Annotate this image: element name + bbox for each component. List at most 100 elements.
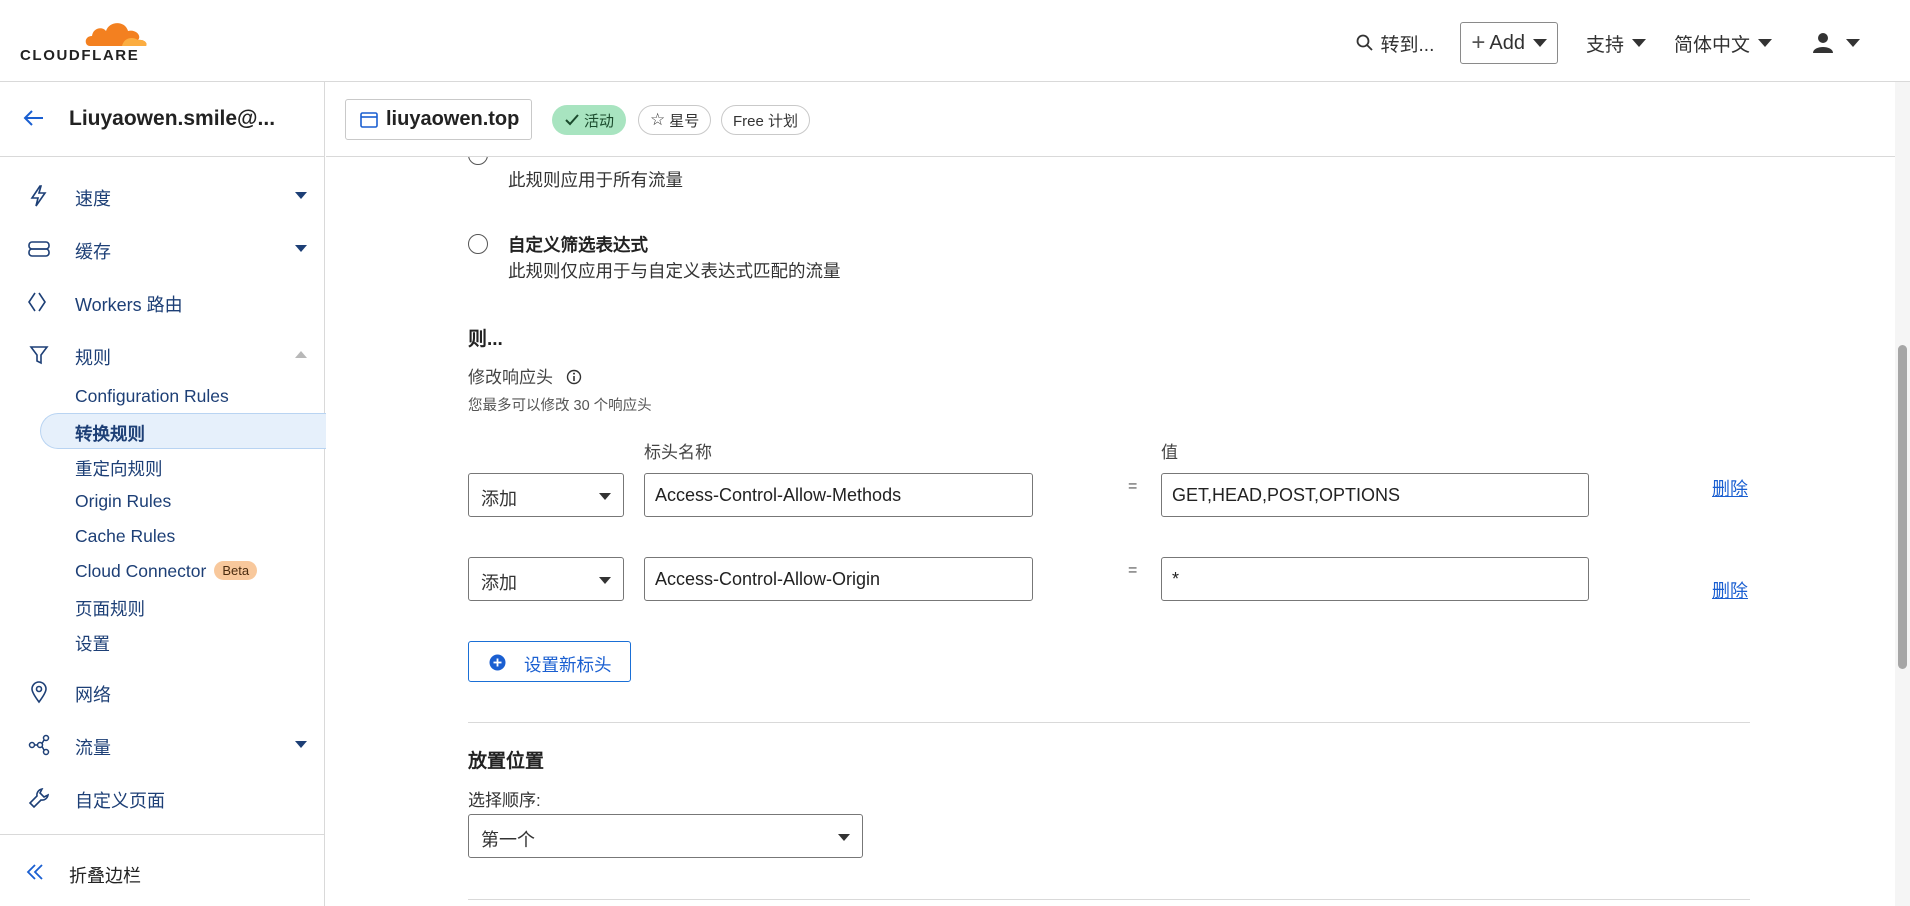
- status-badge: 活动: [552, 105, 627, 135]
- sidebar-item-traffic[interactable]: 流量: [0, 724, 325, 764]
- subitem-configuration-rules[interactable]: Configuration Rules: [75, 386, 229, 407]
- radio-custom-expression[interactable]: [468, 234, 488, 254]
- chevron-up-icon: [295, 351, 307, 358]
- order-label: 选择顺序:: [468, 791, 541, 810]
- subitem-redirect-rules[interactable]: 重定向规则: [75, 456, 163, 481]
- support-menu[interactable]: 支持: [1586, 30, 1646, 57]
- chevron-down-icon: [1532, 39, 1547, 47]
- action-select[interactable]: 添加: [468, 473, 624, 517]
- column-header-name: 标头名称: [644, 443, 712, 462]
- header-value-input[interactable]: [1161, 473, 1589, 517]
- delete-link[interactable]: 删除: [1712, 577, 1748, 603]
- sidebar-item-label: 规则: [75, 348, 111, 368]
- sidebar-item-custom-pages[interactable]: 自定义页面: [0, 777, 325, 817]
- header-name-input[interactable]: [644, 557, 1033, 601]
- subitem-cloud-connector[interactable]: Cloud Connector Beta: [75, 561, 258, 582]
- add-button[interactable]: + Add: [1460, 22, 1558, 64]
- language-label: 简体中文: [1673, 34, 1750, 56]
- rules-funnel-icon: [29, 346, 49, 365]
- plus-circle-icon: [489, 654, 506, 671]
- wrench-icon: [28, 787, 50, 809]
- equals-sign: =: [1128, 562, 1138, 579]
- option-custom-title: 自定义筛选表达式: [508, 235, 648, 255]
- set-new-header-button[interactable]: 设置新标头: [468, 641, 631, 682]
- subitem-cache-rules[interactable]: Cache Rules: [75, 526, 175, 547]
- sidebar-item-workers-routes[interactable]: Workers 路由: [0, 281, 325, 321]
- plan-badge[interactable]: Free 计划: [721, 105, 811, 135]
- subitem-origin-rules[interactable]: Origin Rules: [75, 491, 171, 512]
- subitem-page-rules[interactable]: 页面规则: [75, 596, 145, 621]
- equals-sign: =: [1128, 478, 1138, 495]
- chevron-down-icon: [295, 245, 307, 252]
- zone-bar: liuyaowen.top 活动 ☆ 星号 Free 计划: [326, 82, 1910, 157]
- header-value-input[interactable]: [1161, 557, 1589, 601]
- goto-label: 转到...: [1380, 34, 1435, 56]
- modify-hint: 您最多可以修改 30 个响应头: [468, 398, 652, 414]
- user-icon: [1813, 33, 1833, 53]
- star-icon: ☆: [650, 110, 666, 129]
- option-all-desc: 此规则应用于所有流量: [508, 170, 683, 190]
- back-arrow-icon[interactable]: [22, 106, 46, 130]
- set-new-header-label: 设置新标头: [524, 655, 612, 675]
- storage-icon: [28, 241, 50, 257]
- traffic-nodes-icon: [28, 734, 50, 756]
- action-select[interactable]: 添加: [468, 557, 624, 601]
- then-heading: 则...: [468, 329, 503, 350]
- user-menu[interactable]: [1812, 32, 1860, 54]
- sidebar-item-rules[interactable]: 规则: [0, 334, 325, 374]
- subitem-transform-rules[interactable]: 转换规则: [75, 421, 145, 446]
- check-icon: [565, 114, 579, 126]
- sidebar-item-label: 网络: [75, 685, 111, 705]
- plus-icon: +: [1471, 29, 1486, 56]
- chevron-down-icon: [295, 192, 307, 199]
- chevron-down-icon: [295, 741, 307, 748]
- header-name-input[interactable]: [644, 473, 1033, 517]
- brand-name: CLOUDFLARE: [20, 47, 140, 64]
- info-icon[interactable]: [566, 369, 582, 385]
- chevron-down-icon: [838, 834, 850, 841]
- cloudflare-logo[interactable]: CLOUDFLARE: [20, 16, 156, 64]
- subitem-label: Cloud Connector: [75, 561, 207, 581]
- header-actions: 转到... + Add 支持 简体中文: [1327, 22, 1860, 64]
- collapse-sidebar[interactable]: 折叠边栏: [0, 834, 325, 906]
- sidebar-item-cache[interactable]: 缓存: [0, 228, 325, 268]
- chevron-down-icon: [1631, 39, 1646, 47]
- order-select[interactable]: 第一个: [468, 814, 863, 858]
- radio-all-traffic[interactable]: [468, 157, 488, 165]
- lightning-icon: [30, 185, 47, 207]
- scrollbar-thumb[interactable]: [1898, 345, 1907, 669]
- sidebar-item-label: 自定义页面: [75, 791, 165, 811]
- top-header: CLOUDFLARE 转到... + Add 支持 简体中文: [0, 0, 1910, 82]
- delete-link[interactable]: 删除: [1712, 475, 1748, 501]
- placement-heading: 放置位置: [468, 751, 545, 772]
- sidebar-item-label: 缓存: [75, 242, 111, 262]
- action-select-value: 添加: [481, 489, 517, 509]
- zone-selector[interactable]: liuyaowen.top: [345, 99, 533, 140]
- status-text: 活动: [584, 112, 615, 130]
- sidebar-item-label: 速度: [75, 189, 111, 209]
- column-value: 值: [1161, 443, 1178, 462]
- chevron-down-icon: [1846, 39, 1860, 47]
- search-icon: [1356, 34, 1373, 51]
- cloud-logo-icon: [85, 23, 147, 46]
- sidebar-item-speed[interactable]: 速度: [0, 175, 325, 215]
- zone-domain: liuyaowen.top: [386, 108, 520, 130]
- support-label: 支持: [1585, 34, 1624, 56]
- language-menu[interactable]: 简体中文: [1674, 30, 1772, 57]
- beta-badge: Beta: [214, 561, 258, 580]
- subitem-settings[interactable]: 设置: [75, 631, 110, 656]
- chevron-down-icon: [1758, 39, 1772, 47]
- account-name[interactable]: Liuyaowen.smile@...: [69, 107, 275, 131]
- goto-search[interactable]: 转到...: [1355, 30, 1435, 57]
- location-pin-icon: [31, 681, 47, 704]
- order-select-value: 第一个: [481, 830, 535, 850]
- sidebar-item-network[interactable]: 网络: [0, 671, 325, 711]
- double-chevron-left-icon: [26, 864, 43, 880]
- sidebar: Liuyaowen.smile@... 速度 缓存 Workers 路由 规则 …: [0, 82, 326, 906]
- main-content: 此规则应用于所有流量 自定义筛选表达式 此规则仅应用于与自定义表达式匹配的流量 …: [326, 157, 1884, 906]
- chevron-down-icon: [599, 493, 611, 500]
- account-header: Liuyaowen.smile@...: [0, 82, 325, 157]
- star-button[interactable]: ☆ 星号: [638, 105, 712, 135]
- option-custom-desc: 此规则仅应用于与自定义表达式匹配的流量: [508, 261, 841, 281]
- star-label: 星号: [669, 112, 700, 130]
